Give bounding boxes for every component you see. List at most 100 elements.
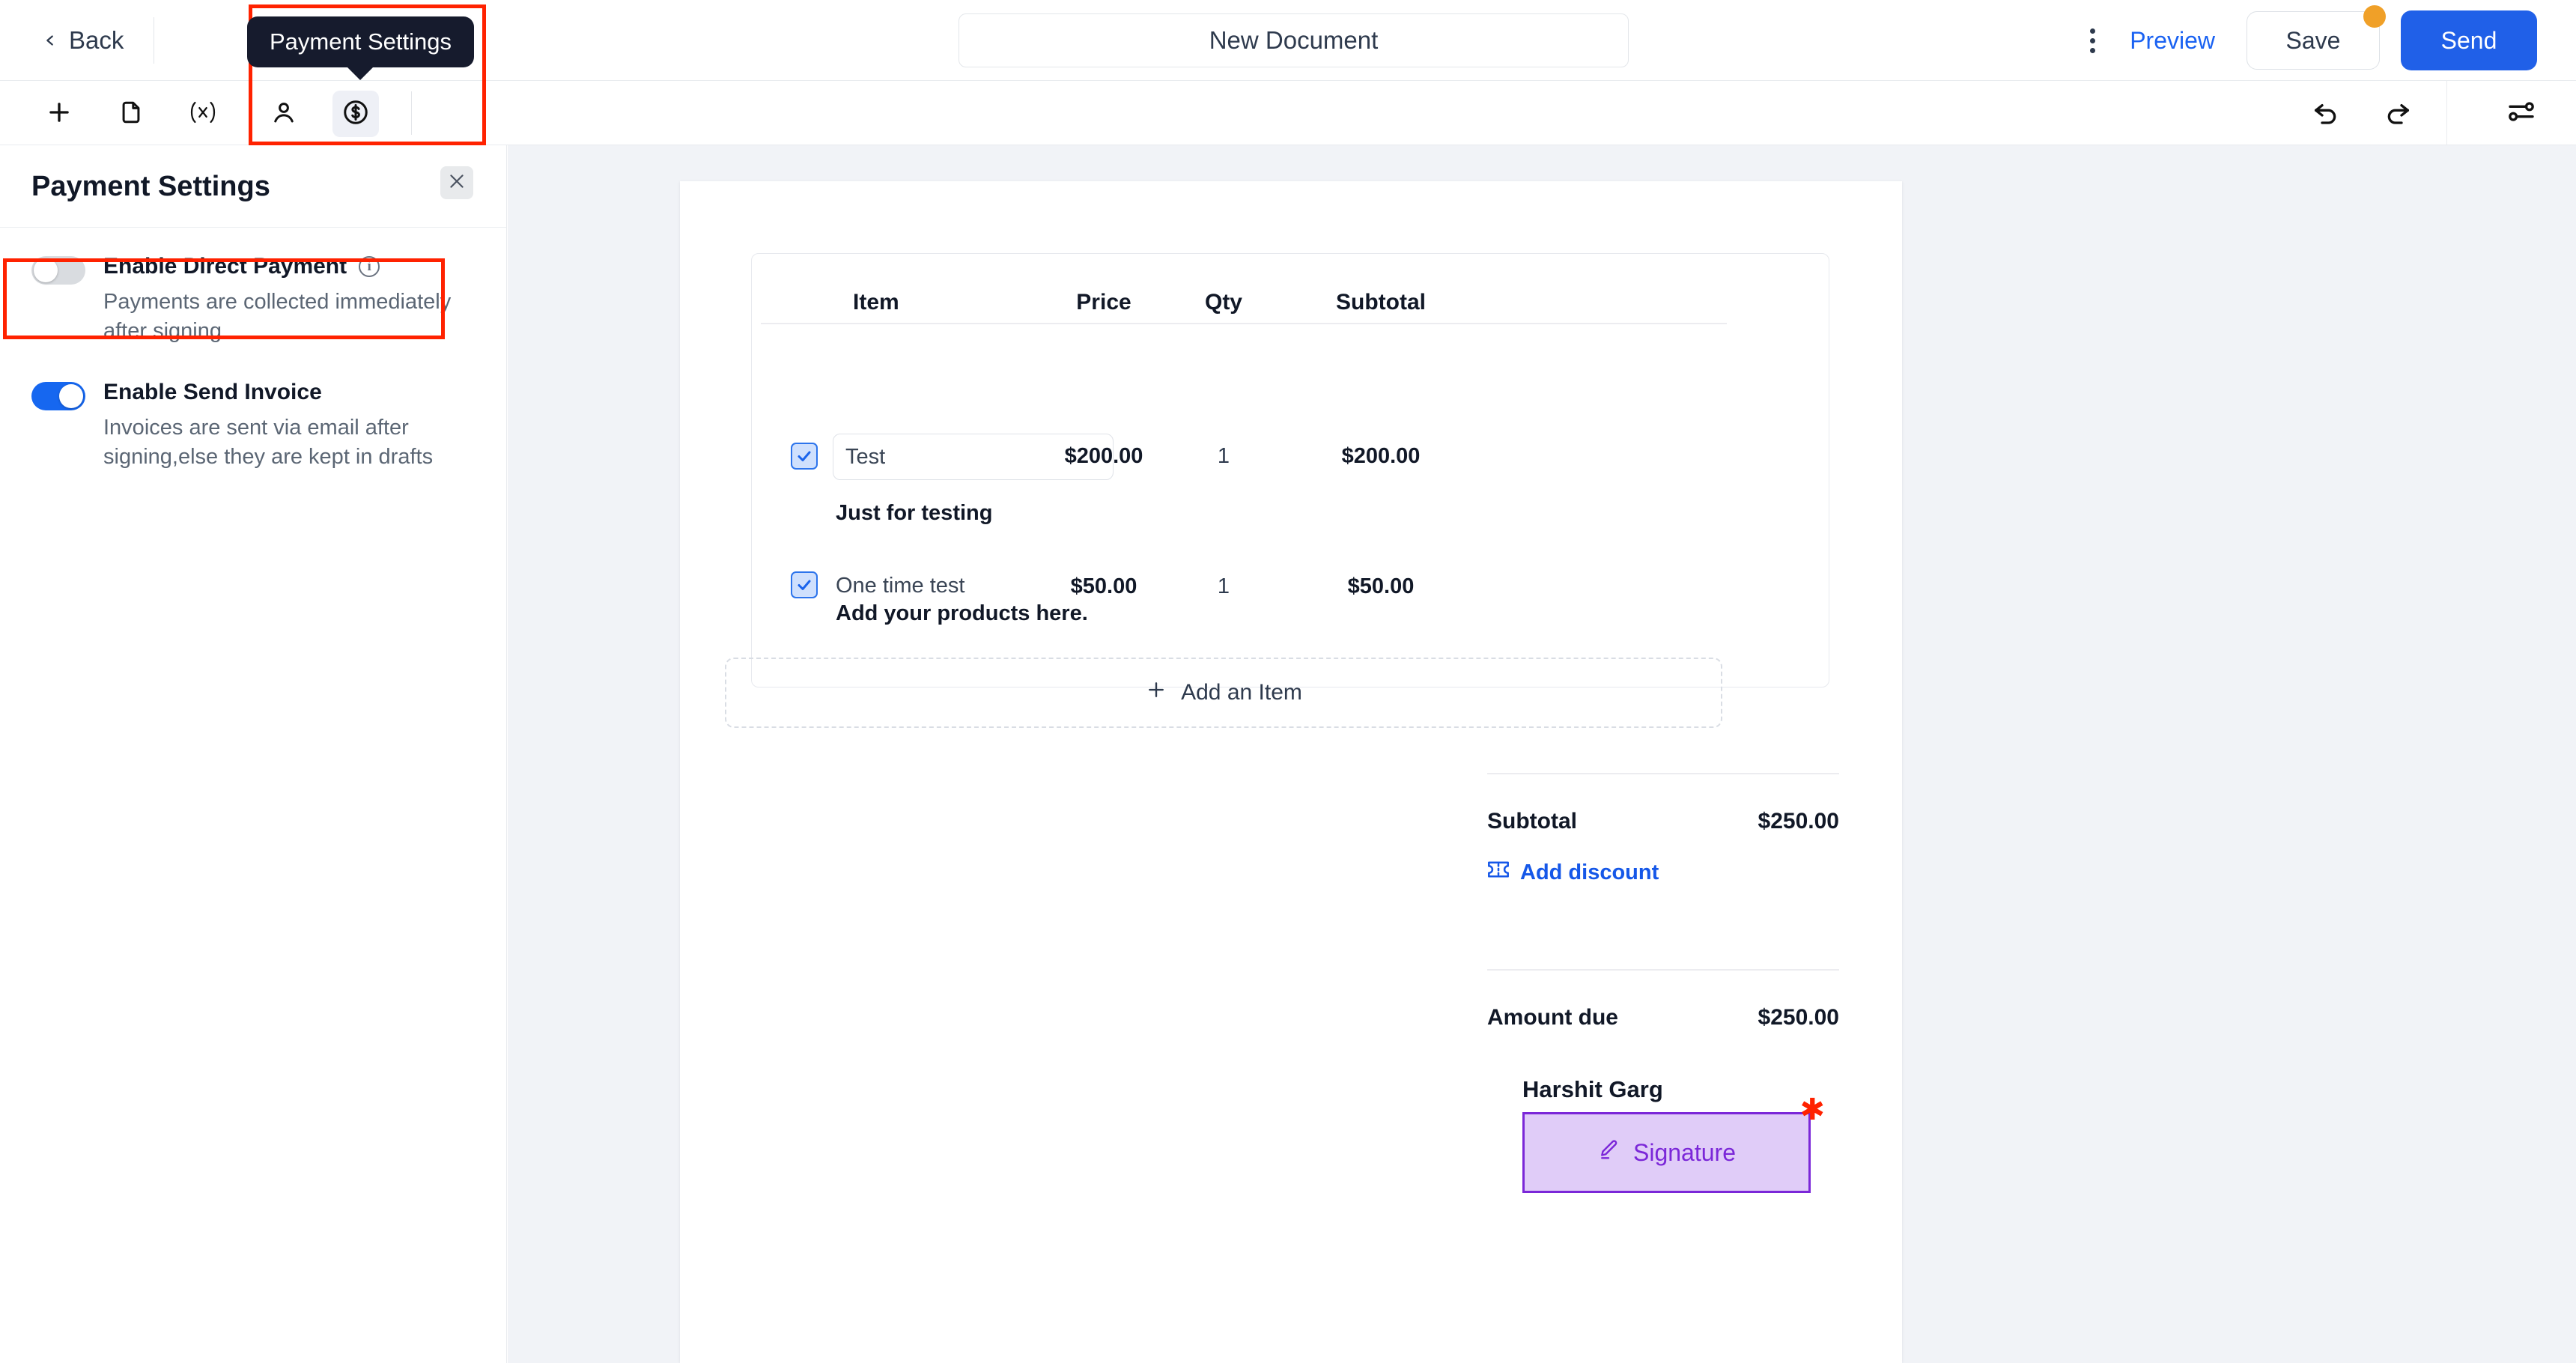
ticket-icon xyxy=(1487,860,1510,885)
setting-text-send-invoice: Enable Send Invoice Invoices are sent vi… xyxy=(103,379,475,472)
add-element-tool[interactable] xyxy=(36,91,82,137)
setting-label-row: Enable Send Invoice xyxy=(103,379,475,406)
check-icon xyxy=(798,580,811,590)
subtotal-label: Subtotal xyxy=(1487,809,1577,834)
setting-label-send-invoice: Enable Send Invoice xyxy=(103,380,322,405)
more-options-icon[interactable] xyxy=(2071,19,2113,61)
payment-settings-tooltip: Payment Settings xyxy=(247,16,474,80)
setting-description-direct-payment: Payments are collected immediately after… xyxy=(103,290,452,344)
setting-text-direct-payment: Enable Direct Payment i Payments are col… xyxy=(103,253,475,346)
redo-icon xyxy=(2383,97,2413,130)
close-icon xyxy=(447,171,467,195)
item-name-label[interactable]: One time test xyxy=(836,574,965,598)
subtotal-value: $250.00 xyxy=(1758,809,1839,834)
table-header: Item Price Qty Subtotal xyxy=(752,254,1829,324)
undo-button[interactable] xyxy=(2303,90,2349,136)
close-panel-button[interactable] xyxy=(440,166,473,199)
add-item-button[interactable]: Add an Item xyxy=(725,658,1722,728)
setting-label-direct-payment: Enable Direct Payment xyxy=(103,254,347,279)
signature-field[interactable]: Signature ✱ xyxy=(1522,1095,1825,1193)
back-label: Back xyxy=(69,25,124,54)
row-note: Add your products here. xyxy=(836,601,1088,625)
row-price: $50.00 xyxy=(1070,574,1137,598)
column-header-qty: Qty xyxy=(1204,290,1242,315)
save-button-wrapper: Save xyxy=(2247,5,2386,70)
document-canvas[interactable]: Item Price Qty Subtotal $200.00 1 $200.0… xyxy=(508,145,2576,1363)
app-root: Back Preview Save Send xyxy=(0,0,2576,1363)
add-item-label: Add an Item xyxy=(1181,680,1302,705)
document-page: Item Price Qty Subtotal $200.00 1 $200.0… xyxy=(680,181,1902,1363)
toggle-knob xyxy=(59,384,83,409)
row-price: $200.00 xyxy=(1064,444,1143,468)
amount-due-section: Amount due $250.00 xyxy=(1487,969,1839,1030)
column-header-item: Item xyxy=(853,290,899,315)
sliders-icon xyxy=(2506,97,2536,130)
table-header-rule xyxy=(761,323,1727,324)
send-button[interactable]: Send xyxy=(2401,10,2537,70)
tooltip-label: Payment Settings xyxy=(270,28,452,55)
column-header-price: Price xyxy=(1076,290,1131,315)
info-icon[interactable]: i xyxy=(359,256,380,277)
document-settings-button[interactable] xyxy=(2498,90,2545,136)
preview-button[interactable]: Preview xyxy=(2130,27,2215,55)
variables-tool[interactable] xyxy=(180,91,226,137)
pen-icon xyxy=(1597,1138,1620,1167)
toggle-knob xyxy=(34,258,58,282)
column-header-subtotal: Subtotal xyxy=(1336,290,1426,315)
signer-name: Harshit Garg xyxy=(1522,1076,1663,1102)
dollar-circle-icon xyxy=(341,98,370,130)
document-title-input[interactable] xyxy=(959,13,1629,67)
row-subtotal: $50.00 xyxy=(1347,574,1415,598)
recipients-tool[interactable] xyxy=(261,91,307,137)
row-subtotal: $200.00 xyxy=(1341,444,1421,468)
back-button[interactable]: Back xyxy=(42,26,124,55)
line-items-table: Item Price Qty Subtotal $200.00 1 $200.0… xyxy=(751,253,1829,687)
toolbar-right-divider xyxy=(2446,81,2447,145)
signature-block: Harshit Garg Signature ✱ xyxy=(1522,1076,1825,1193)
signature-label: Signature xyxy=(1633,1138,1736,1166)
check-icon xyxy=(798,451,811,461)
unsaved-changes-badge xyxy=(2363,5,2386,28)
row-qty: 1 xyxy=(1217,574,1230,598)
subtotal-row: Subtotal $250.00 xyxy=(1487,809,1839,834)
setting-enable-direct-payment: Enable Direct Payment i Payments are col… xyxy=(0,228,506,359)
undo-icon xyxy=(2311,97,2341,130)
required-asterisk: ✱ xyxy=(1799,1093,1825,1126)
document-icon xyxy=(118,100,144,129)
setting-description-send-invoice: Invoices are sent via email after signin… xyxy=(103,416,434,470)
row-checkbox[interactable] xyxy=(791,443,818,470)
panel-title: Payment Settings xyxy=(31,171,270,202)
tooltip-arrow xyxy=(347,67,374,80)
redo-button[interactable] xyxy=(2375,90,2421,136)
save-button[interactable]: Save xyxy=(2247,11,2380,70)
totals-section: Subtotal $250.00 Add discount xyxy=(1487,773,1839,885)
setting-label-row: Enable Direct Payment i xyxy=(103,253,475,280)
chevron-left-icon xyxy=(42,32,58,49)
plus-icon xyxy=(1145,679,1167,707)
totals-divider xyxy=(1487,773,1839,774)
toggle-enable-send-invoice[interactable] xyxy=(31,382,85,411)
editor-toolbar xyxy=(0,81,2576,145)
row-qty: 1 xyxy=(1217,444,1230,468)
variable-fx-icon xyxy=(188,100,218,129)
amount-due-value: $250.00 xyxy=(1758,1005,1839,1030)
toggle-enable-direct-payment[interactable] xyxy=(31,256,85,285)
setting-enable-send-invoice: Enable Send Invoice Invoices are sent vi… xyxy=(0,359,506,485)
row-note: Just for testing xyxy=(836,501,993,525)
add-discount-label: Add discount xyxy=(1520,860,1659,884)
document-title-wrapper xyxy=(959,13,1629,67)
payment-settings-tool[interactable] xyxy=(332,91,379,137)
amount-due-label: Amount due xyxy=(1487,1005,1618,1030)
amount-due-row: Amount due $250.00 xyxy=(1487,1005,1839,1030)
pages-tool[interactable] xyxy=(108,91,154,137)
toolbar-divider xyxy=(411,91,412,135)
add-discount-button[interactable]: Add discount xyxy=(1487,860,1839,885)
header-actions: Preview Save Send xyxy=(2071,0,2537,81)
person-icon xyxy=(270,99,297,130)
payment-settings-panel: Payment Settings Enable Direct Payment i… xyxy=(0,145,507,1363)
panel-header: Payment Settings xyxy=(0,145,506,228)
amount-due-divider xyxy=(1487,969,1839,971)
plus-icon xyxy=(45,98,73,130)
row-checkbox[interactable] xyxy=(791,571,818,598)
toolbar-right-actions xyxy=(2277,81,2545,145)
